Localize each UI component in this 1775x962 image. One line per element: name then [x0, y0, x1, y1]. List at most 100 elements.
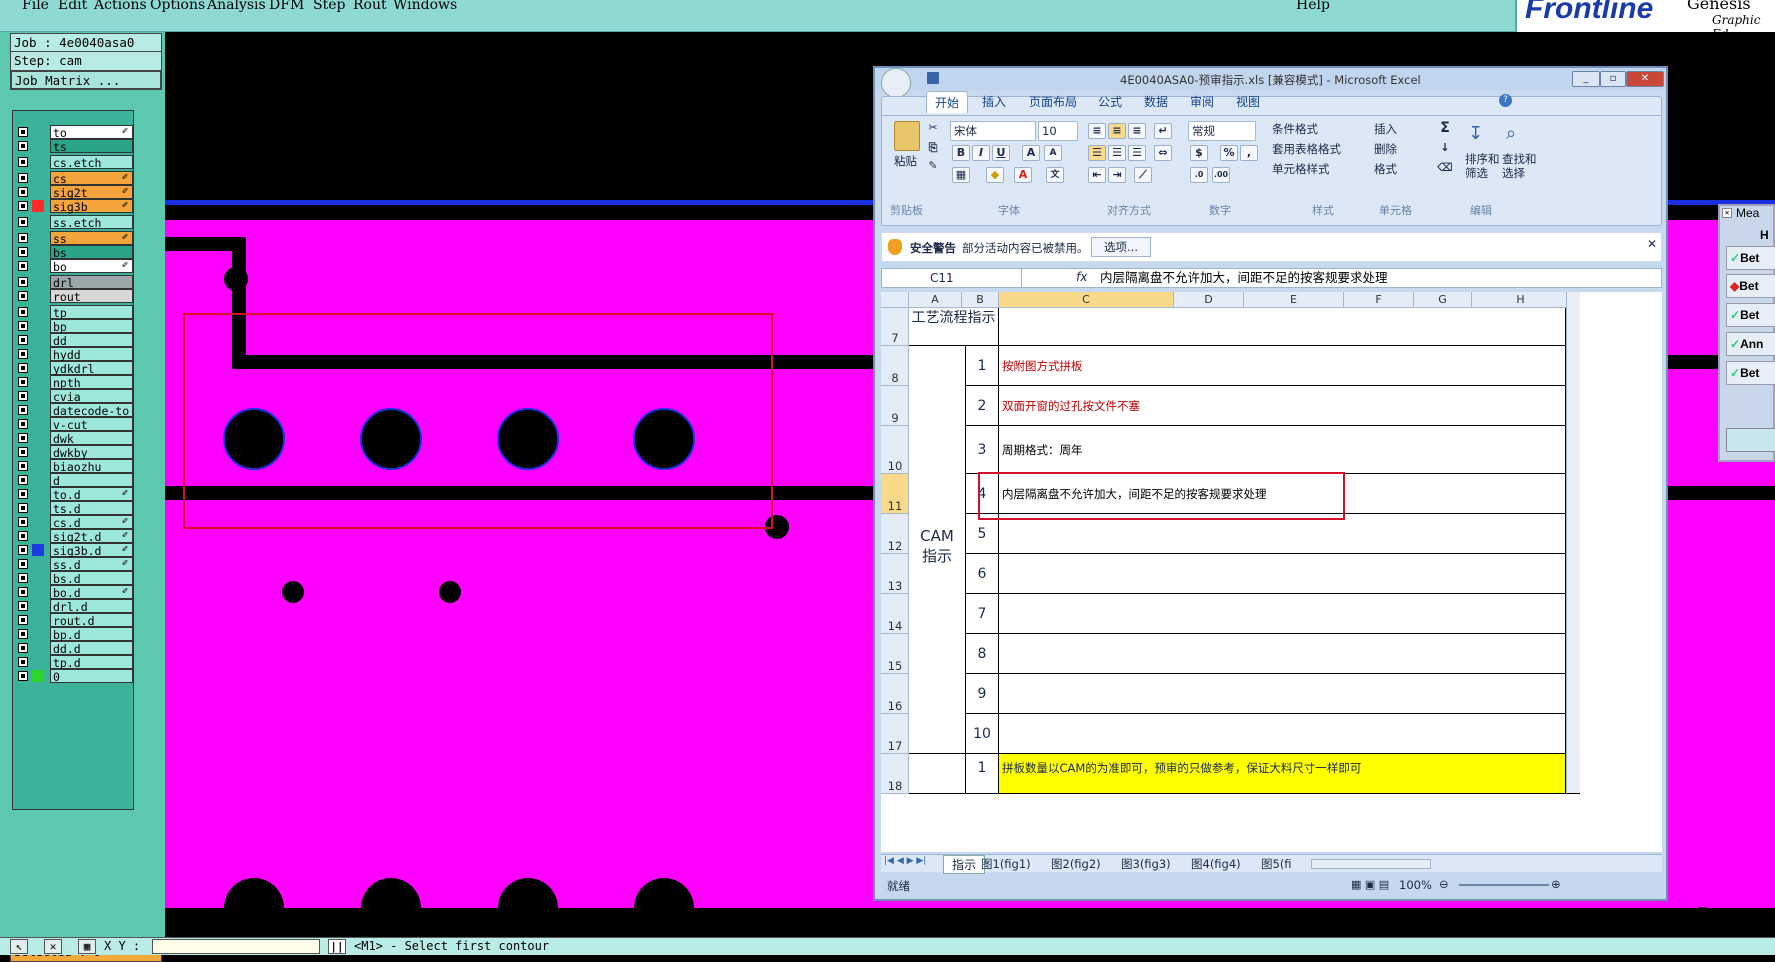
layer-row[interactable]: cvia: [13, 389, 135, 404]
tab-review[interactable]: 审阅: [1190, 93, 1214, 110]
align-right-icon[interactable]: ☰: [1128, 145, 1146, 161]
layer-name[interactable]: 0: [50, 669, 133, 684]
office-button-icon[interactable]: [881, 68, 911, 98]
layer-name[interactable]: cvia: [50, 389, 133, 404]
layer-name[interactable]: bo ✐: [50, 259, 133, 274]
layer-checkbox[interactable]: [18, 601, 28, 611]
layer-checkbox[interactable]: [18, 277, 28, 287]
layer-name[interactable]: sig3b.d ✐: [50, 543, 133, 558]
xy-input[interactable]: [152, 939, 320, 954]
layer-name[interactable]: ydkdrl: [50, 361, 133, 376]
measure-close-icon[interactable]: ✕: [1722, 208, 1732, 218]
grow-font-icon[interactable]: A: [1022, 145, 1040, 161]
layer-checkbox[interactable]: [18, 587, 28, 597]
sheet-tab-5[interactable]: 图5(fi: [1261, 856, 1292, 872]
layer-checkbox[interactable]: [18, 173, 28, 183]
row7-blank[interactable]: [999, 308, 1566, 346]
cell-style-button[interactable]: 单元格样式: [1272, 161, 1330, 177]
layer-name[interactable]: to.d ✐: [50, 487, 133, 502]
measure-option-2[interactable]: ◆Bet: [1726, 274, 1775, 298]
menu-file[interactable]: File: [22, 0, 49, 13]
vertical-scrollbar[interactable]: [1566, 292, 1580, 794]
formula-input[interactable]: 内层隔离盘不允许加大，间距不足的按客规要求处理: [1100, 269, 1388, 287]
layer-row[interactable]: ydkdrl: [13, 361, 135, 376]
layer-checkbox[interactable]: [18, 261, 28, 271]
autosum-icon[interactable]: Σ: [1436, 121, 1454, 137]
layer-name[interactable]: to ✐: [50, 125, 133, 140]
column-header[interactable]: F: [1344, 292, 1414, 308]
row-header[interactable]: 17: [881, 714, 909, 754]
layer-checkbox[interactable]: [18, 201, 28, 211]
item-text[interactable]: [999, 514, 1566, 554]
increase-indent-icon[interactable]: ⇥: [1108, 167, 1126, 183]
row-header[interactable]: 8: [881, 346, 909, 386]
layer-name[interactable]: cs ✐: [50, 171, 133, 186]
menu-dfm[interactable]: DFM: [269, 0, 304, 13]
item-text[interactable]: 周期格式：周年: [999, 426, 1566, 474]
layer-checkbox[interactable]: [18, 233, 28, 243]
align-center-icon[interactable]: ☰: [1108, 145, 1126, 161]
layer-name[interactable]: bp: [50, 319, 133, 334]
layer-name[interactable]: dwkby: [50, 445, 133, 460]
row-header[interactable]: 15: [881, 634, 909, 674]
sheet-tab-0[interactable]: 指示: [943, 855, 986, 874]
item-text[interactable]: [999, 594, 1566, 634]
layer-row[interactable]: bp.d: [13, 627, 135, 642]
layer-row[interactable]: hydd: [13, 347, 135, 362]
layer-name[interactable]: ss ✐: [50, 231, 133, 246]
menu-actions[interactable]: Actions: [94, 0, 147, 13]
row-header[interactable]: 11: [881, 474, 909, 514]
clear-icon[interactable]: ⌫: [1436, 161, 1454, 177]
layer-row[interactable]: ss.d ✐: [13, 557, 135, 572]
layer-row[interactable]: v-cut: [13, 417, 135, 432]
layer-row[interactable]: ts: [13, 139, 135, 154]
item-number[interactable]: 1: [965, 346, 999, 386]
layer-name[interactable]: hydd: [50, 347, 133, 362]
layer-name[interactable]: ts: [50, 139, 133, 154]
layer-checkbox[interactable]: [18, 363, 28, 373]
column-header[interactable]: H: [1472, 292, 1570, 308]
layer-name[interactable]: sig2t ✐: [50, 185, 133, 200]
layer-name[interactable]: d: [50, 473, 133, 488]
tab-home[interactable]: 开始: [926, 91, 969, 113]
layer-row[interactable]: bo ✐: [13, 259, 135, 274]
layer-row[interactable]: bp: [13, 319, 135, 334]
layer-name[interactable]: dd.d: [50, 641, 133, 656]
delete-cells-button[interactable]: 删除: [1374, 141, 1397, 157]
layer-name[interactable]: datecode-to: [50, 403, 133, 418]
excel-window[interactable]: 4E0040ASA0-预审指示.xls [兼容模式] - Microsoft E…: [873, 66, 1668, 901]
insert-cells-button[interactable]: 插入: [1374, 121, 1397, 137]
layer-checkbox[interactable]: [18, 545, 28, 555]
font-color-icon[interactable]: A: [1014, 167, 1032, 183]
layer-row[interactable]: cs.etch: [13, 155, 135, 170]
layer-checkbox[interactable]: [18, 657, 28, 667]
layer-row[interactable]: 0: [13, 669, 135, 684]
maximize-button[interactable]: ▫: [1600, 71, 1626, 87]
layer-row[interactable]: ss ✐: [13, 231, 135, 246]
minimize-button[interactable]: _: [1572, 71, 1600, 87]
zoom-out-icon[interactable]: ⊖: [1439, 877, 1449, 891]
column-header[interactable]: D: [1174, 292, 1244, 308]
layer-checkbox[interactable]: [18, 559, 28, 569]
layer-row[interactable]: bs: [13, 245, 135, 260]
orientation-icon[interactable]: ⟋: [1134, 167, 1152, 183]
layer-name[interactable]: sig2t.d ✐: [50, 529, 133, 544]
layer-row[interactable]: datecode-to: [13, 403, 135, 418]
layer-name[interactable]: sig3b ✐: [50, 199, 133, 214]
fx-icon[interactable]: fx: [1076, 270, 1087, 284]
layer-checkbox[interactable]: [18, 531, 28, 541]
layer-checkbox[interactable]: [18, 217, 28, 227]
layer-row[interactable]: drl.d: [13, 599, 135, 614]
process-header-cell[interactable]: 工艺流程指示: [909, 308, 999, 346]
layer-checkbox[interactable]: [18, 615, 28, 625]
merge-center-icon[interactable]: ⇔: [1154, 145, 1172, 161]
sheet-tab-3[interactable]: 图3(fig3): [1121, 856, 1171, 872]
layer-checkbox[interactable]: [18, 573, 28, 583]
layer-name[interactable]: cs.etch: [50, 155, 133, 170]
layer-row[interactable]: sig2t.d ✐: [13, 529, 135, 544]
layer-name[interactable]: tp: [50, 305, 133, 320]
row-header[interactable]: 10: [881, 426, 909, 474]
layer-checkbox[interactable]: [18, 447, 28, 457]
layer-name[interactable]: dwk: [50, 431, 133, 446]
layer-checkbox[interactable]: [18, 307, 28, 317]
